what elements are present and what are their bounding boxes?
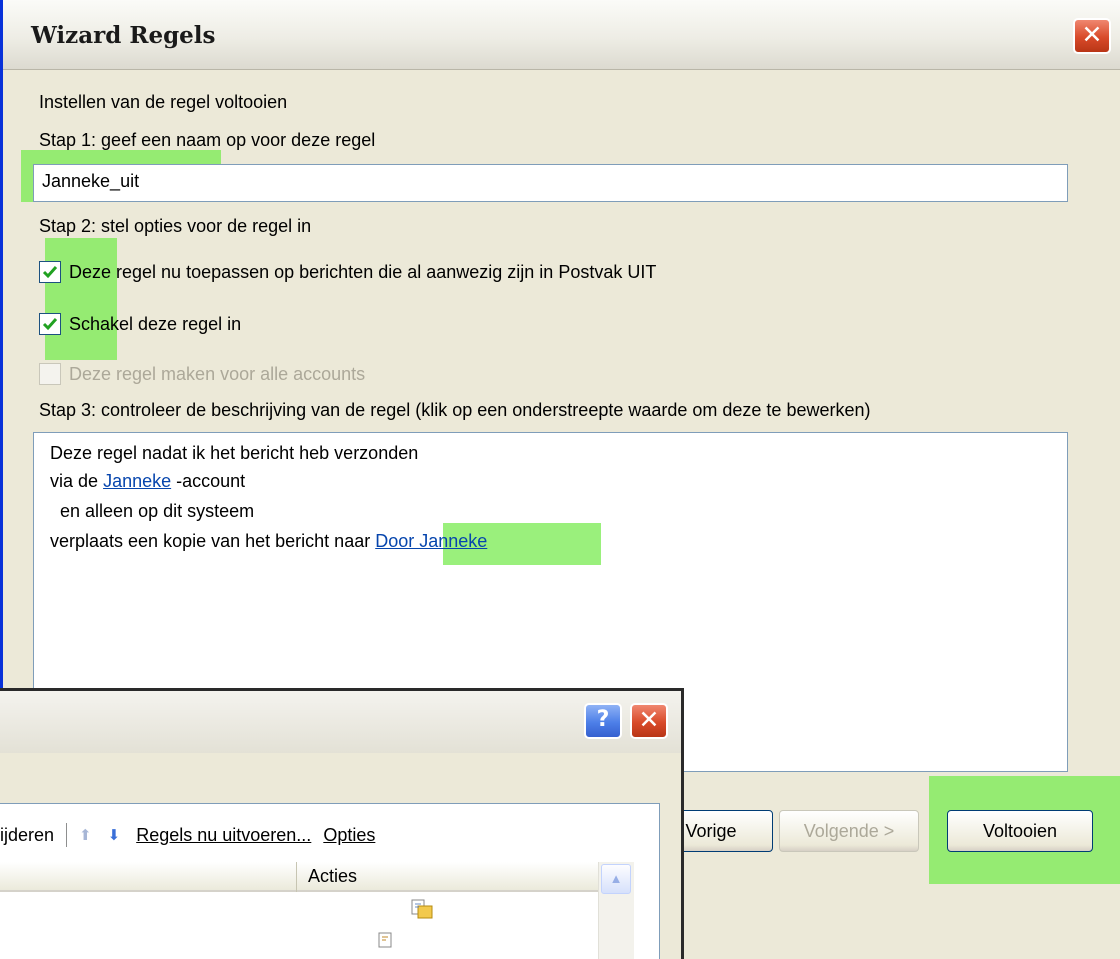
folder-link[interactable]: Door Janneke (375, 531, 487, 551)
rules-window-title-bar: ? ✕ (0, 691, 681, 753)
desc-line-4: verplaats een kopie van het bericht naar… (50, 531, 487, 552)
table-row[interactable] (0, 928, 598, 959)
checkbox-enable-rule[interactable] (39, 313, 61, 335)
toolbar-separator (66, 823, 68, 847)
help-icon[interactable]: ? (584, 703, 622, 739)
account-link[interactable]: Janneke (103, 471, 171, 491)
checkbox-all-accounts (39, 363, 61, 385)
rule-name-input[interactable]: Janneke_uit (33, 164, 1068, 202)
run-rules-button[interactable]: Regels nu uitvoeren... (136, 825, 311, 846)
step1-label: Stap 1: geef een naam op voor deze regel (39, 130, 376, 150)
window-title: Wizard Regels (31, 22, 216, 49)
desc-line-3: en alleen op dit systeem (60, 501, 255, 521)
desc-line-1: Deze regel nadat ik het bericht heb verz… (50, 443, 419, 463)
move-up-arrow-icon[interactable]: ⬆ (79, 826, 92, 844)
option-all-accounts-label: Deze regel maken voor alle accounts (69, 363, 366, 384)
checkbox-apply-now[interactable] (39, 261, 61, 283)
desc-line-2-prefix: via de (50, 471, 99, 491)
rules-window: ? ✕ ijderen ⬆ ⬇ Regels nu uitvoeren... O… (0, 688, 684, 959)
option-all-accounts: Deze regel maken voor alle accounts (39, 360, 365, 388)
rules-panel: ijderen ⬆ ⬇ Regels nu uitvoeren... Optie… (0, 803, 660, 959)
finish-button[interactable]: Voltooien (947, 810, 1093, 852)
next-button: Volgende > (779, 810, 919, 852)
vertical-scrollbar[interactable]: ▲ (598, 862, 634, 959)
scroll-up-icon[interactable]: ▲ (601, 864, 631, 894)
desc-line-4-prefix: verplaats een kopie van het bericht naar (50, 531, 371, 551)
option-apply-now-label: Deze regel nu toepassen op berichten die… (69, 261, 657, 282)
wizard-heading: Instellen van de regel voltooien (39, 92, 288, 112)
move-to-folder-icon (411, 899, 433, 919)
checkmark-icon (42, 318, 58, 331)
rules-table-header: Acties (0, 862, 598, 892)
step2-label: Stap 2: stel opties voor de regel in (39, 216, 312, 236)
option-enable-rule-label: Schakel deze regel in (69, 313, 242, 334)
copy-message-icon (378, 932, 392, 948)
option-enable-rule[interactable]: Schakel deze regel in (39, 310, 241, 338)
rule-name-value: Janneke_uit (42, 171, 140, 191)
column-header-actions[interactable]: Acties (308, 866, 357, 887)
rules-toolbar: ijderen ⬆ ⬇ Regels nu uitvoeren... Optie… (0, 820, 375, 850)
checkmark-icon (42, 266, 58, 279)
title-bar: Wizard Regels ✕ (3, 0, 1120, 70)
column-divider (296, 862, 297, 892)
step3-label: Stap 3: controleer de beschrijving van d… (39, 400, 871, 420)
change-rule-button[interactable]: ijderen (0, 825, 54, 846)
option-apply-now[interactable]: Deze regel nu toepassen op berichten die… (39, 258, 656, 286)
close-icon[interactable]: ✕ (630, 703, 668, 739)
move-down-arrow-icon[interactable]: ⬇ (108, 826, 121, 844)
close-icon[interactable]: ✕ (1073, 18, 1111, 54)
options-button[interactable]: Opties (323, 825, 375, 846)
highlight-checkboxes (45, 238, 117, 360)
desc-line-2-suffix: -account (176, 471, 246, 491)
desc-line-2: via de Janneke -account (50, 471, 245, 492)
